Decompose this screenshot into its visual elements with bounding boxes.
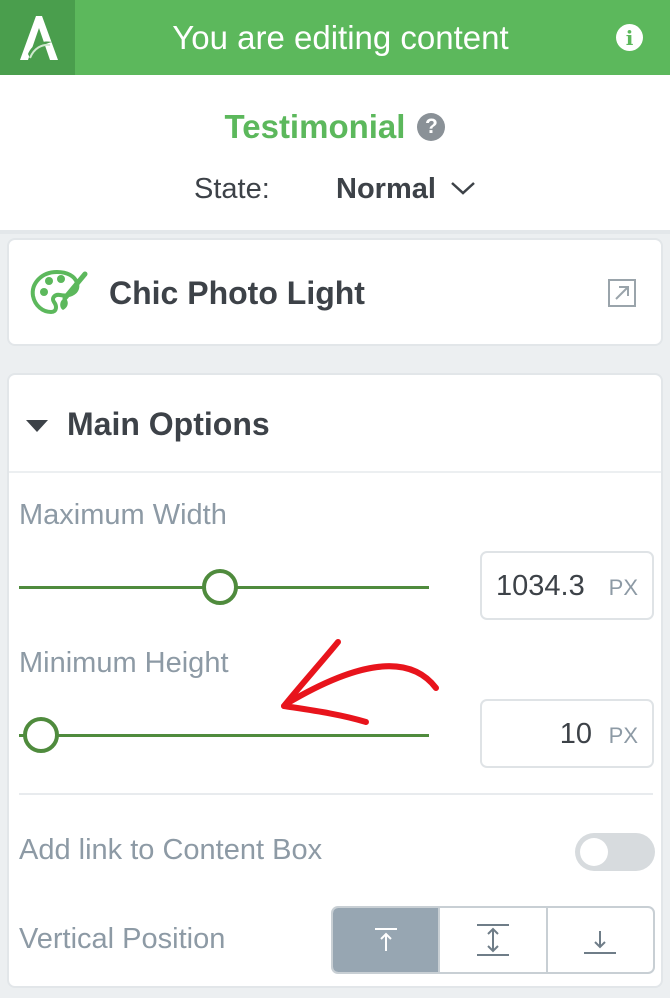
vertical-position-label: Vertical Position <box>19 923 226 955</box>
align-middle-icon <box>476 924 509 956</box>
style-preset-name: Chic Photo Light <box>109 275 365 311</box>
max-width-unit: PX <box>608 575 638 600</box>
info-icon[interactable]: i <box>616 24 643 51</box>
options-separator <box>19 793 653 795</box>
align-bottom-icon <box>584 931 617 954</box>
help-icon[interactable]: ? <box>417 113 446 141</box>
max-width-label: Maximum Width <box>19 499 227 531</box>
min-height-unit: PX <box>608 723 638 748</box>
main-options-panel: Main Options Maximum Width 1034.3 PX Min… <box>7 373 663 988</box>
state-selector[interactable]: State: Normal <box>194 173 476 206</box>
max-width-value[interactable]: 1034.3 <box>496 570 585 602</box>
min-height-slider-track[interactable] <box>19 734 429 737</box>
min-height-slider-handle[interactable] <box>23 717 59 753</box>
logo-icon[interactable] <box>0 0 75 75</box>
state-value[interactable]: Normal <box>336 173 436 206</box>
state-label: State: <box>194 173 270 205</box>
caret-down-icon[interactable] <box>26 420 48 432</box>
align-middle-button[interactable] <box>440 908 548 972</box>
align-bottom-button[interactable] <box>548 908 653 972</box>
widget-header: Testimonial ? State: Normal <box>0 75 670 230</box>
main-options-header[interactable]: Main Options <box>9 375 661 473</box>
min-height-label: Minimum Height <box>19 647 229 679</box>
max-width-slider-handle[interactable] <box>202 569 238 605</box>
header-divider <box>0 230 670 234</box>
main-options-title: Main Options <box>67 406 270 442</box>
editing-banner-title: You are editing content <box>172 18 509 56</box>
chevron-down-icon[interactable] <box>450 180 476 196</box>
toggle-knob <box>580 838 608 866</box>
align-top-icon <box>374 928 397 951</box>
palette-icon <box>30 269 88 315</box>
min-height-value[interactable]: 10 <box>560 718 592 751</box>
add-link-toggle[interactable] <box>575 833 655 871</box>
top-bar: You are editing content i <box>0 0 670 75</box>
add-link-label: Add link to Content Box <box>19 834 323 866</box>
max-width-input[interactable]: 1034.3 PX <box>480 551 654 620</box>
min-height-input[interactable]: 10 PX <box>480 699 654 768</box>
vertical-position-selector <box>331 906 655 974</box>
external-link-icon[interactable] <box>607 278 637 308</box>
widget-title: Testimonial <box>224 108 406 145</box>
style-preset-card[interactable]: Chic Photo Light <box>7 238 663 346</box>
align-top-button[interactable] <box>333 908 441 972</box>
